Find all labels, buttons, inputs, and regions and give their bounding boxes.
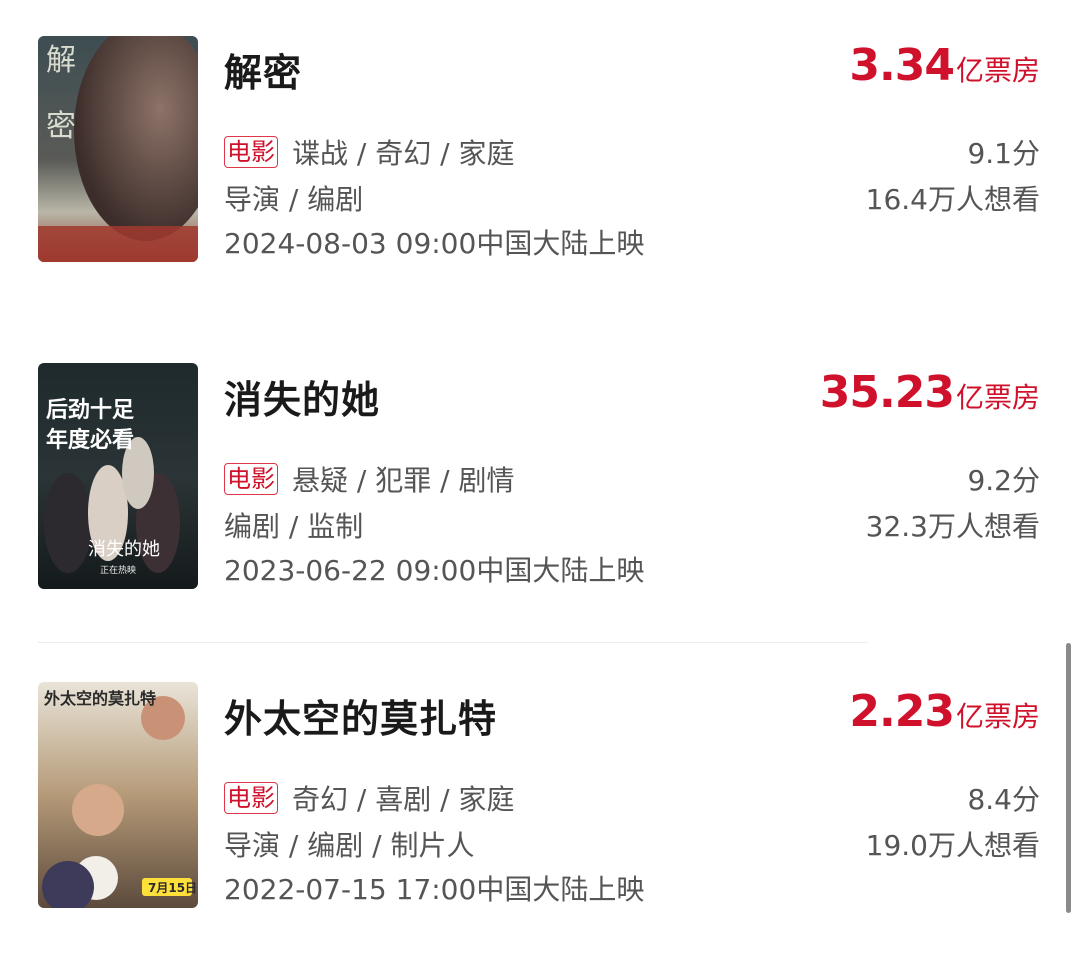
genres: 悬疑 / 犯罪 / 剧情: [292, 464, 515, 497]
divider: [38, 642, 868, 643]
svg-text:外太空的莫扎特: 外太空的莫扎特: [43, 689, 156, 708]
genre-line: 电影 悬疑 / 犯罪 / 剧情: [224, 459, 514, 499]
svg-text:正在热映: 正在热映: [100, 564, 136, 576]
release-date: 2024-08-03 09:00中国大陆上映: [224, 227, 645, 260]
score: 9.1分: [967, 137, 1040, 170]
type-badge: 电影: [224, 782, 278, 814]
want-to-see-count: 16.4万人想看: [865, 183, 1040, 216]
score: 8.4分: [967, 783, 1040, 816]
svg-text:年度必看: 年度必看: [46, 427, 134, 453]
svg-text:后劲十足: 后劲十足: [46, 397, 134, 423]
want-to-see-count: 32.3万人想看: [865, 510, 1040, 543]
svg-text:7月15日: 7月15日: [148, 881, 197, 895]
box-office-unit: 亿票房: [955, 381, 1040, 414]
release-date: 2023-06-22 09:00中国大陆上映: [224, 554, 645, 587]
movie-poster-jiemi[interactable]: 解 密: [38, 36, 198, 262]
score: 9.2分: [967, 464, 1040, 497]
movie-card-jiemi[interactable]: 解 密 解密 3.34亿票房 电影 谍战 / 奇幻 / 家庭 9.1分 导演 /…: [0, 36, 1080, 276]
type-badge: 电影: [224, 136, 278, 168]
movie-title[interactable]: 解密: [224, 42, 302, 97]
genre-line: 电影 谍战 / 奇幻 / 家庭: [224, 132, 514, 172]
box-office: 2.23亿票房: [849, 686, 1040, 737]
genres: 奇幻 / 喜剧 / 家庭: [292, 783, 515, 816]
box-office: 35.23亿票房: [820, 367, 1040, 418]
roles: 导演 / 编剧 / 制片人: [224, 829, 475, 862]
movie-title[interactable]: 消失的她: [224, 369, 380, 424]
box-office-unit: 亿票房: [955, 700, 1040, 733]
box-office: 3.34亿票房: [849, 40, 1040, 91]
box-office-unit: 亿票房: [955, 54, 1040, 87]
movie-card-xiaoshi-de-ta[interactable]: 后劲十足 年度必看 消失的她 正在热映 消失的她 35.23亿票房 电影 悬疑 …: [0, 363, 1080, 603]
type-badge: 电影: [224, 463, 278, 495]
svg-text:解: 解: [46, 43, 76, 78]
roles: 编剧 / 监制: [224, 510, 364, 543]
box-office-value: 3.34: [849, 40, 955, 91]
genres: 谍战 / 奇幻 / 家庭: [292, 137, 515, 170]
roles: 导演 / 编剧: [224, 183, 364, 216]
release-date: 2022-07-15 17:00中国大陆上映: [224, 873, 645, 906]
box-office-value: 35.23: [819, 367, 955, 418]
box-office-value: 2.23: [849, 686, 955, 737]
genre-line: 电影 奇幻 / 喜剧 / 家庭: [224, 778, 514, 818]
want-to-see-count: 19.0万人想看: [865, 829, 1040, 862]
movie-poster-xiaoshi-de-ta[interactable]: 后劲十足 年度必看 消失的她 正在热映: [38, 363, 198, 589]
movie-title[interactable]: 外太空的莫扎特: [224, 688, 497, 743]
svg-text:密: 密: [46, 109, 76, 144]
svg-text:消失的她: 消失的她: [88, 539, 160, 560]
scrollbar[interactable]: [1066, 643, 1071, 913]
movie-card-waitaikong-de-mozhate[interactable]: 外太空的莫扎特 7月15日 外太空的莫扎特 2.23亿票房 电影 奇幻 / 喜剧…: [0, 682, 1080, 922]
movie-poster-waitaikong-de-mozhate[interactable]: 外太空的莫扎特 7月15日: [38, 682, 198, 908]
